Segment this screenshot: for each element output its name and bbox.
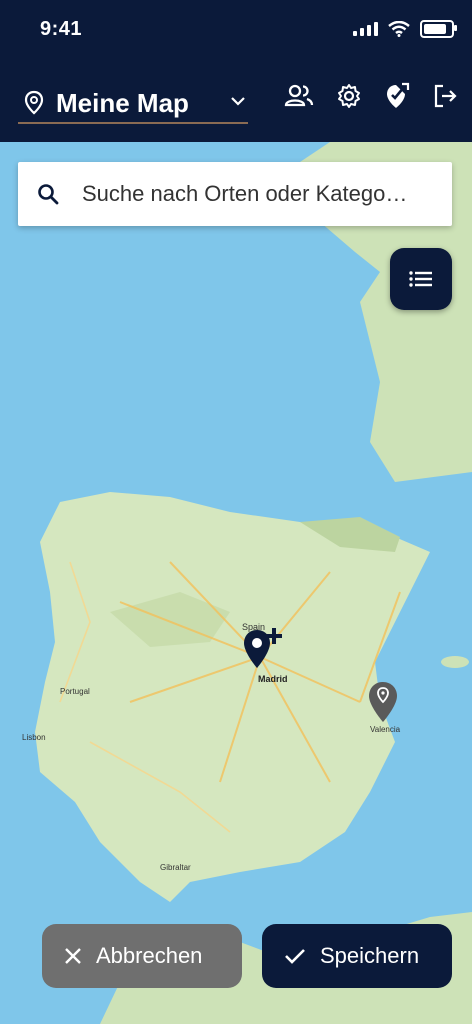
cancel-button[interactable]: Abbrechen xyxy=(42,924,242,988)
map-label-lisbon: Lisbon xyxy=(22,733,46,742)
battery-icon xyxy=(420,20,457,38)
wifi-icon xyxy=(388,21,410,37)
chevron-down-icon xyxy=(231,97,245,106)
cellular-signal-icon xyxy=(353,22,378,36)
cancel-button-label: Abbrechen xyxy=(96,943,203,968)
list-icon xyxy=(409,271,432,287)
users-icon[interactable] xyxy=(284,83,314,109)
header-actions xyxy=(284,82,458,110)
settings-gear-icon[interactable] xyxy=(336,83,362,109)
logout-icon[interactable] xyxy=(432,83,458,109)
status-bar: 9:41 xyxy=(0,0,472,58)
status-time: 9:41 xyxy=(40,18,83,40)
save-button-label: Speichern xyxy=(320,943,420,968)
bottom-actions: Abbrechen Speichern xyxy=(0,924,472,990)
location-pin-icon xyxy=(24,90,44,115)
status-icons xyxy=(353,18,457,40)
map-selector[interactable]: Meine Map xyxy=(18,84,248,124)
search-bar[interactable] xyxy=(18,162,452,226)
map-label-portugal: Portugal xyxy=(60,687,90,696)
top-bar: Meine Map xyxy=(0,58,472,142)
map-label-valencia: Valencia xyxy=(370,725,401,734)
add-place-marker[interactable] xyxy=(242,626,284,672)
place-marker-valencia[interactable] xyxy=(367,680,399,724)
checkmark-icon xyxy=(284,947,306,965)
tag-edit-icon[interactable] xyxy=(384,82,410,110)
search-icon xyxy=(38,184,59,205)
map-label-gibraltar: Gibraltar xyxy=(160,863,191,872)
map-label-madrid: Madrid xyxy=(258,674,288,684)
list-view-button[interactable] xyxy=(390,248,452,310)
save-button[interactable]: Speichern xyxy=(262,924,452,988)
close-icon xyxy=(64,947,82,965)
search-input[interactable] xyxy=(80,180,429,208)
map-title: Meine Map xyxy=(56,87,189,118)
